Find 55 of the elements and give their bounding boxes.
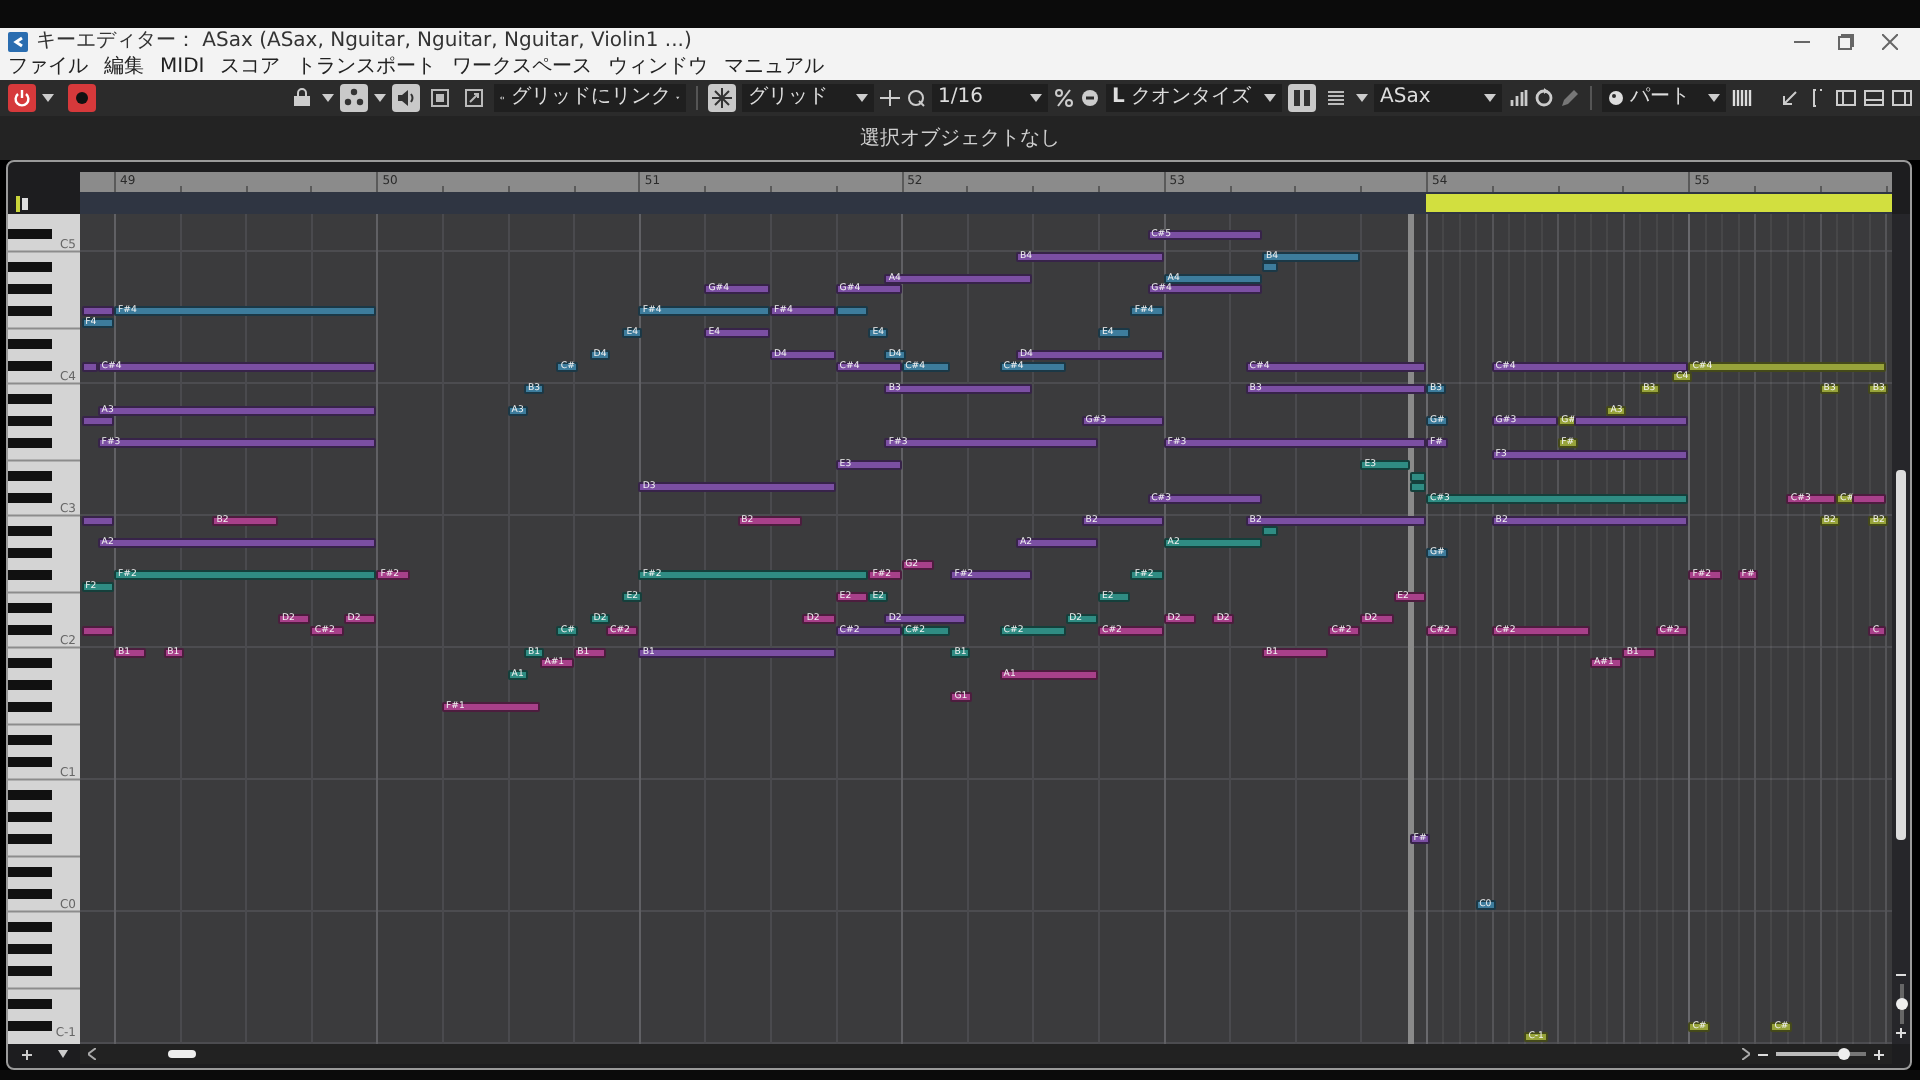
restore-icon[interactable] <box>1838 34 1854 50</box>
close-icon[interactable] <box>1882 34 1898 50</box>
caret-icon[interactable] <box>57 1050 67 1058</box>
bars-icon[interactable] <box>1508 88 1528 108</box>
slider-thumb[interactable] <box>1895 998 1907 1010</box>
percent-icon[interactable] <box>1054 88 1074 108</box>
cycle-icon[interactable] <box>1534 88 1554 108</box>
scroll-right-icon[interactable] <box>1742 1048 1750 1060</box>
keys-icon[interactable] <box>1732 88 1752 108</box>
caret-icon[interactable] <box>42 94 54 102</box>
track-dropdown[interactable]: ASax <box>1374 84 1502 112</box>
right-panel-icon[interactable] <box>1892 88 1912 108</box>
menu-item[interactable]: ウィンドウ <box>608 56 709 80</box>
caret-icon[interactable] <box>1708 94 1720 102</box>
palette-icon[interactable] <box>1608 90 1624 106</box>
slider-thumb[interactable] <box>1837 1048 1850 1060</box>
left-panel-icon[interactable] <box>1836 88 1856 108</box>
snap-line-icon[interactable] <box>880 88 900 108</box>
menu-item[interactable]: ワークスペース <box>452 56 593 80</box>
menu-item[interactable]: 編集 <box>104 56 144 80</box>
caret-icon[interactable] <box>322 94 334 102</box>
zoom-in-icon[interactable] <box>1896 1028 1906 1038</box>
zoom-out-icon[interactable] <box>1896 970 1906 980</box>
scroll-left-icon[interactable] <box>88 1048 96 1060</box>
scroll-thumb[interactable] <box>168 1050 196 1058</box>
caret-icon[interactable] <box>1484 94 1496 102</box>
bottom-panel-icon[interactable] <box>1864 88 1884 108</box>
piano-keyboard[interactable] <box>8 214 80 1044</box>
status-text: 選択オブジェクトなし <box>860 125 1060 153</box>
playhead-line[interactable] <box>1407 214 1414 1044</box>
quantize-value-dropdown[interactable]: 1/16 <box>932 84 1048 112</box>
menu-item[interactable]: マニュアル <box>724 56 825 80</box>
caret-icon[interactable] <box>1264 94 1276 102</box>
caret-icon[interactable] <box>374 94 386 102</box>
quantize-icon[interactable] <box>906 88 926 108</box>
zoom-out-icon[interactable] <box>1758 1049 1768 1059</box>
menu-item[interactable]: トランスポート <box>296 56 437 80</box>
snap-dropdown[interactable]: グリッドにリンク <box>494 84 686 112</box>
marker-icon <box>16 195 28 211</box>
menu-item[interactable]: MIDI <box>160 56 205 80</box>
arrow-icon[interactable] <box>1780 88 1800 108</box>
quantize-dropdown[interactable]: L クオンタイズ <box>1106 84 1282 112</box>
caret-icon[interactable] <box>856 94 868 102</box>
add-icon[interactable] <box>21 1049 31 1059</box>
window-title: キーエディター： ASax (ASax, Nguitar, Nguitar, Nguitar, Violin1 ...) <box>36 30 694 54</box>
bracket-icon[interactable] <box>1808 88 1828 108</box>
zoom-in-icon[interactable] <box>1874 1049 1884 1059</box>
caret-icon[interactable] <box>1356 94 1368 102</box>
menu-item[interactable]: ファイル <box>8 56 88 80</box>
scroll-thumb[interactable] <box>1896 470 1906 840</box>
menu-item[interactable]: スコア <box>220 56 281 80</box>
grid-type-dropdown[interactable]: グリッド <box>742 84 874 112</box>
circle-slash-icon[interactable] <box>1080 88 1100 108</box>
color-scheme-dropdown[interactable]: パート <box>1602 84 1726 112</box>
caret-icon[interactable] <box>1030 94 1042 102</box>
